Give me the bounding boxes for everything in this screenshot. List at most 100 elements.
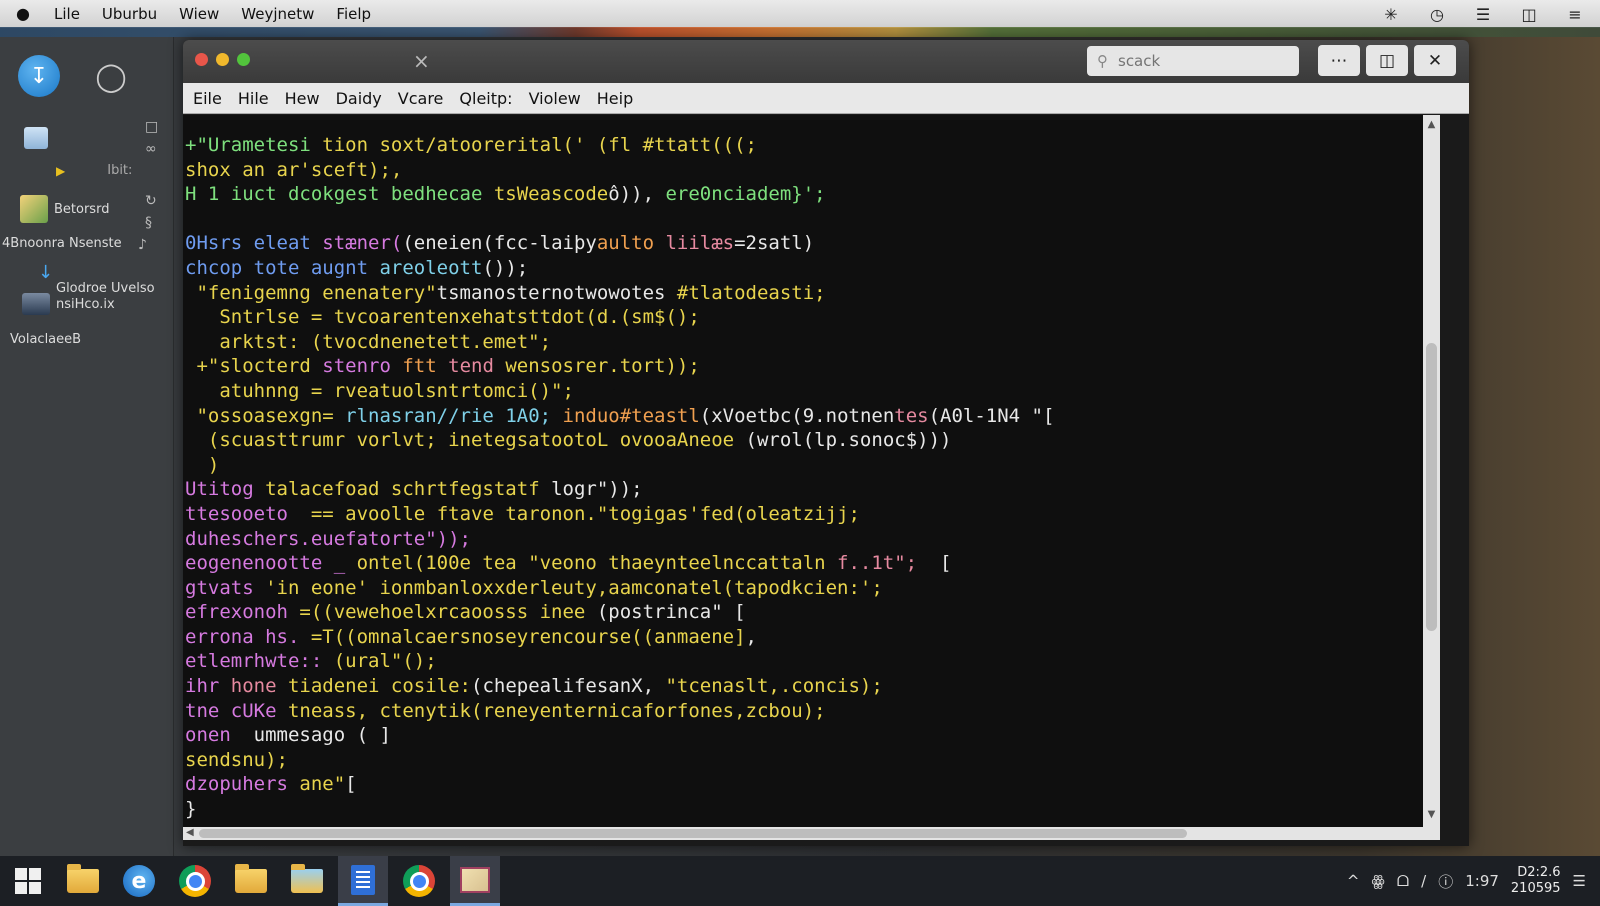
apple-icon[interactable]: ● (14, 4, 32, 23)
menubar-item-file[interactable]: Lile (54, 5, 80, 23)
search-input[interactable] (1116, 51, 1280, 71)
code-token: talacefoad (265, 478, 391, 501)
tray-info-icon[interactable]: ⓘ (1438, 871, 1453, 892)
menubar-item-app[interactable]: Uburbu (102, 5, 157, 23)
tray-pen-icon[interactable]: / (1421, 872, 1426, 890)
arrow-down-icon[interactable]: ↓ (38, 262, 53, 283)
tray-chevron-icon[interactable]: ^ (1347, 872, 1360, 890)
menubar-item-help[interactable]: Fielp (336, 5, 371, 23)
sidebar: ↧ ◯ □ ∞ ▶ Ibit: Betorsrd ↻ § 4Bnoonra Ns… (0, 37, 174, 856)
tray-volume-label[interactable]: 1:97 (1465, 872, 1499, 890)
code-token: 0Hsrs eleat (185, 232, 323, 255)
tray-network-icon[interactable]: ꙮ (1372, 872, 1385, 890)
file-explorer-button[interactable] (58, 856, 108, 906)
code-line: dzopuhers ane"[ (185, 772, 1423, 797)
close-window-icon[interactable] (195, 53, 208, 66)
sidebar-item-4[interactable]: Glodroe Uvelso nsiHco.ix (22, 281, 155, 315)
code-token: f..1t"; (837, 552, 918, 575)
notepad-button[interactable] (338, 856, 388, 906)
chrome-icon (179, 865, 211, 897)
menu-debug[interactable]: Daidy (336, 89, 382, 108)
code-token: gtvats (185, 576, 266, 599)
menu-edit[interactable]: Hile (238, 89, 269, 108)
clock-icon[interactable]: ◷ (1426, 5, 1448, 24)
code-line: tne cUKe tneass, ctenytik(reneyenternica… (185, 699, 1423, 724)
code-line: etlemrhwte:: (ural"(); (185, 649, 1423, 674)
split-icon[interactable]: ◫ (1366, 45, 1408, 76)
edge-button[interactable]: e (114, 856, 164, 906)
list-icon[interactable]: ☰ (1472, 5, 1494, 24)
menubar-item-window[interactable]: Weyjnetw (241, 5, 314, 23)
menu-tools[interactable]: Vcare (398, 89, 444, 108)
start-button[interactable] (4, 856, 52, 906)
vertical-scroll-thumb[interactable] (1426, 343, 1437, 631)
link-icon[interactable]: ∞ (145, 141, 157, 157)
code-token: ) (185, 453, 220, 476)
clock-time: D2:2.6 (1517, 865, 1561, 880)
swirl-icon[interactable]: ↻ (145, 193, 157, 209)
menu-options[interactable]: Qleitp: (459, 89, 512, 108)
code-token: chcop (185, 256, 254, 279)
sidebar-item-5[interactable]: VolaclaeeB (10, 332, 81, 347)
code-token: +"slocterd (185, 355, 323, 378)
horizontal-scroll-thumb[interactable] (199, 829, 1187, 838)
wifi-icon[interactable]: ✳ (1380, 5, 1402, 24)
menu-icon[interactable]: ≡ (1564, 5, 1586, 24)
display-icon[interactable]: ◫ (1518, 5, 1540, 24)
scroll-up-icon[interactable]: ▲ (1425, 119, 1438, 133)
menu-window[interactable]: Violew (529, 89, 581, 108)
zoom-window-icon[interactable] (237, 53, 250, 66)
code-line: Utitog talacefoad schrtfegstatf logr")); (185, 477, 1423, 502)
folder-button-3[interactable] (282, 856, 332, 906)
taskbar-clock[interactable]: D2:2.6 210595 (1511, 865, 1561, 897)
code-token: schrtfegstatf (390, 478, 552, 501)
sidebar-item-1[interactable]: ▶ Ibit: (56, 163, 132, 178)
sidebar-item-2[interactable]: Betorsrd (20, 195, 109, 223)
chrome-button[interactable] (170, 856, 220, 906)
menubar-item-view[interactable]: Wiew (179, 5, 219, 23)
code-line: ) (185, 453, 1423, 478)
menu-view[interactable]: Hew (285, 89, 320, 108)
code-editor[interactable]: +"Urametesi tion soxt/atoorerital(' (fl … (183, 115, 1423, 827)
document-icon (24, 127, 48, 149)
code-line: H 1 iuct dcokgest bedhecae tsWeascodeô))… (185, 182, 1423, 207)
square-icon[interactable]: □ (145, 119, 158, 135)
code-token: etlemrhwte:: (185, 650, 334, 673)
code-token: [ (917, 552, 952, 575)
code-token: H 1 iuct (185, 183, 288, 206)
code-token: onen (185, 724, 254, 747)
code-token: rveatuolsntrtomci()"; (333, 379, 574, 402)
close-icon[interactable]: ✕ (1414, 45, 1456, 76)
horizontal-scrollbar[interactable]: ◀ (183, 827, 1440, 840)
sidebar-item-doc[interactable] (24, 127, 48, 149)
folder-icon (291, 864, 323, 893)
scroll-left-icon[interactable]: ◀ (186, 827, 194, 838)
settings-icon[interactable]: ◯ (90, 55, 132, 97)
menu-file[interactable]: Eile (193, 89, 222, 108)
code-line: 0Hsrs eleat stæner((eneien(fcc-laiþyault… (185, 231, 1423, 256)
accent-strip (0, 27, 1600, 37)
window-buttons: ⋯ ◫ ✕ (1318, 45, 1456, 76)
s-icon[interactable]: § (145, 215, 152, 231)
chrome-button-2[interactable] (394, 856, 444, 906)
code-token: tsWeascode (493, 183, 609, 206)
notification-icon[interactable]: ☰ (1573, 872, 1586, 890)
code-token: cUKe (230, 699, 288, 722)
code-token: #tlatodeasti; (676, 281, 826, 304)
code-token: errona (185, 625, 266, 648)
sidebar-item-3[interactable]: 4Bnoonra Nsenste (2, 236, 122, 251)
tab-close-icon[interactable]: × (413, 49, 430, 73)
download-icon[interactable]: ↧ (18, 55, 60, 97)
code-token: =2satl) (734, 232, 815, 255)
code-token: duheschers.euefatorte")); (185, 527, 471, 550)
minimize-window-icon[interactable] (216, 53, 229, 66)
menu-help[interactable]: Heip (597, 89, 633, 108)
vertical-scrollbar[interactable]: ▲ ▼ (1423, 115, 1440, 827)
scroll-down-icon[interactable]: ▼ (1425, 809, 1438, 823)
search-box[interactable]: ⚲ (1087, 46, 1299, 76)
folder-button-2[interactable] (226, 856, 276, 906)
more-icon[interactable]: ⋯ (1318, 45, 1360, 76)
tray-sync-icon[interactable]: ᗝ (1397, 872, 1409, 890)
code-token: (tvocdnenetett.emet"; (310, 330, 552, 353)
app-button[interactable] (450, 856, 500, 906)
